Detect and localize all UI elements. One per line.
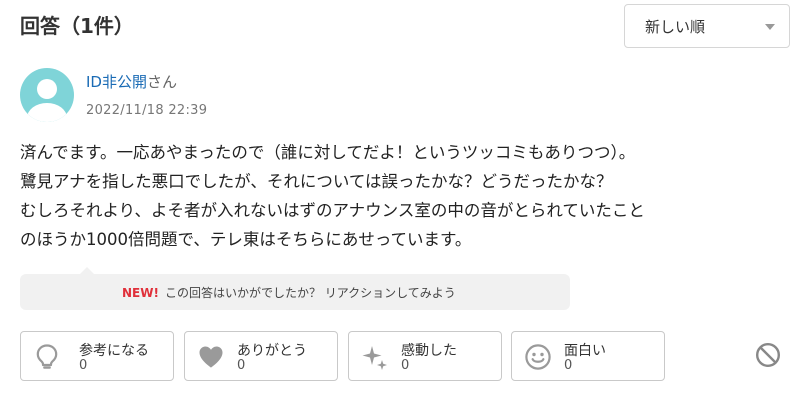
reaction-moved-button[interactable]: 感動した 0	[348, 331, 502, 381]
answer-body: 済んでます。一応あやまったので（誰に対してだよ！というツッコミもありつつ）。 鷺…	[20, 138, 800, 254]
block-icon[interactable]	[754, 341, 782, 369]
reaction-label: 感動した	[401, 343, 457, 359]
reaction-label: ありがとう	[237, 343, 307, 359]
chevron-down-icon	[765, 24, 775, 30]
user-id-link[interactable]: ID非公開	[86, 73, 147, 91]
prompt-message: この回答はいかがでしたか？ リアクションしてみよう	[164, 286, 456, 300]
reaction-count: 0	[237, 358, 246, 373]
reaction-thanks-button[interactable]: ありがとう 0	[184, 331, 338, 381]
reaction-count: 0	[564, 358, 573, 373]
sparkle-icon	[362, 346, 387, 370]
heart-icon	[199, 346, 223, 368]
answer-line: のほうか1000倍問題で、テレ東はそちらにあせっています。	[20, 230, 472, 249]
smile-icon	[525, 344, 551, 370]
lightbulb-icon	[36, 344, 58, 369]
answer-line: むしろそれより、よそ者が入れないはずのアナウンス室の中の音がとられていたこと	[20, 201, 645, 220]
reaction-count: 0	[401, 358, 410, 373]
prompt-pointer	[80, 267, 94, 274]
reaction-label: 面白い	[564, 343, 606, 359]
reaction-prompt: NEW! この回答はいかがでしたか？ リアクションしてみよう	[20, 267, 570, 310]
new-badge: NEW!	[122, 286, 159, 300]
answer-author: ID非公開さん	[86, 71, 177, 92]
sort-selected-label: 新しい順	[645, 18, 706, 36]
avatar[interactable]	[20, 68, 74, 122]
user-suffix: さん	[146, 73, 177, 91]
reaction-helpful-button[interactable]: 参考になる 0	[20, 331, 174, 381]
answer-date: 2022/11/18 22:39	[86, 103, 208, 118]
answers-heading: 回答（1件）	[20, 14, 134, 38]
answer-line: 鷺見アナを指した悪口でしたが、それについては誤ったかな？どうだったかな？	[20, 172, 613, 191]
reaction-label: 参考になる	[79, 343, 149, 359]
reaction-funny-button[interactable]: 面白い 0	[511, 331, 665, 381]
reaction-count: 0	[79, 358, 88, 373]
sort-dropdown[interactable]: 新しい順	[624, 4, 790, 48]
answer-line: 済んでます。一応あやまったので（誰に対してだよ！というツッコミもありつつ）。	[20, 143, 636, 162]
